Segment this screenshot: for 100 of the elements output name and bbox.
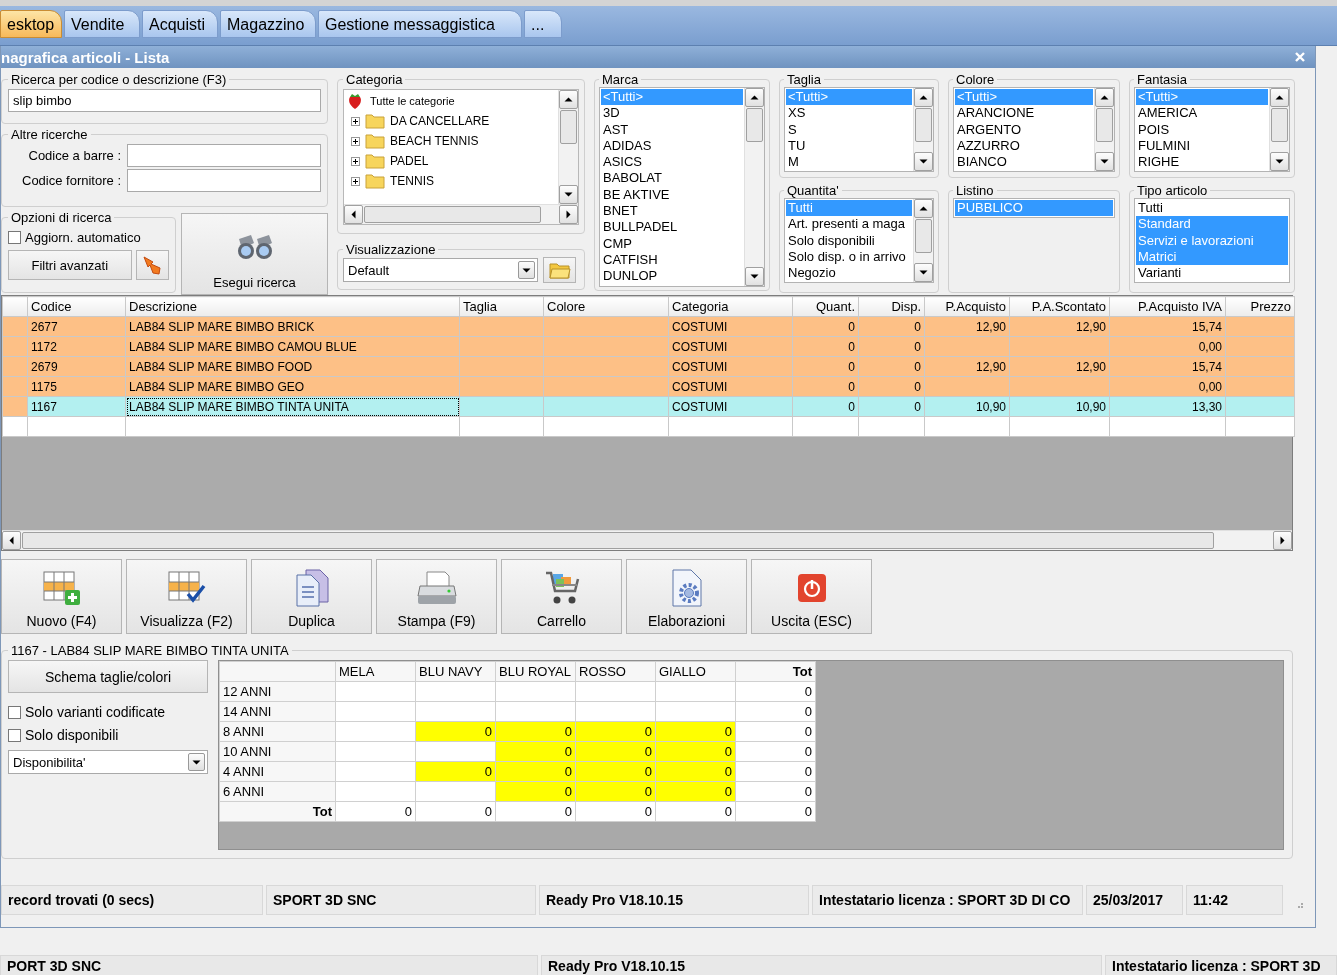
scroll-button[interactable] — [745, 88, 764, 107]
menu-tab[interactable]: ... — [524, 10, 562, 38]
list-item[interactable]: AMERICA — [1136, 105, 1268, 122]
menu-tab[interactable]: Gestione messaggistica — [318, 10, 522, 38]
list-item[interactable]: CATFISH — [601, 251, 743, 269]
column-header[interactable]: P.A.Scontato — [1009, 296, 1110, 317]
expand-icon[interactable] — [351, 156, 360, 166]
menu-tab[interactable]: Acquisti — [142, 10, 218, 38]
grid-cell[interactable] — [415, 741, 496, 762]
scroll-thumb[interactable] — [22, 532, 1214, 549]
list-item[interactable]: ADIDAS — [601, 137, 743, 155]
checkbox[interactable] — [8, 705, 21, 719]
action-button[interactable]: Duplica — [251, 559, 372, 634]
tree-item[interactable]: TENNIS — [390, 174, 434, 188]
scroll-button[interactable] — [1273, 531, 1292, 550]
scrollbar[interactable] — [744, 88, 764, 286]
menu-tab[interactable]: Vendite — [64, 10, 140, 38]
column-header[interactable]: P.Acquisto — [924, 296, 1010, 317]
list-item[interactable]: BE AKTIVE — [601, 186, 743, 204]
list-item[interactable]: S — [786, 121, 912, 138]
list-item[interactable]: AST — [601, 121, 743, 138]
search-field[interactable]: slip bimbo — [8, 89, 321, 112]
grid-cell[interactable] — [655, 681, 736, 702]
search-button[interactable]: Esegui ricerca — [181, 213, 328, 295]
expand-icon[interactable] — [351, 176, 360, 186]
right-arrow-icon[interactable] — [564, 210, 573, 219]
scrollbar[interactable] — [558, 90, 578, 204]
expand-icon[interactable] — [351, 136, 360, 146]
column-header[interactable]: Descrizione — [125, 296, 460, 317]
menu-tab[interactable]: esktop — [0, 10, 62, 38]
folder-button[interactable] — [543, 257, 576, 283]
scroll-thumb[interactable] — [560, 110, 577, 144]
grid-cell[interactable] — [335, 721, 416, 742]
list-item[interactable]: Tutti — [1136, 200, 1288, 217]
action-button[interactable]: Nuovo (F4) — [1, 559, 122, 634]
view-dropdown[interactable]: Default — [343, 258, 538, 282]
table-row[interactable]: 1175 LAB84 SLIP MARE BIMBO GEO COSTUMI 0 0 0,00 — [2, 376, 1295, 397]
up-arrow-icon[interactable] — [1100, 93, 1109, 102]
action-button[interactable]: Elaborazioni — [626, 559, 747, 634]
checkbox[interactable] — [8, 728, 21, 742]
scrollbar[interactable] — [344, 204, 578, 224]
list-item[interactable]: M — [786, 154, 912, 171]
grid-cell[interactable] — [495, 681, 576, 702]
scheme-button[interactable]: Schema taglie/colori — [8, 660, 208, 693]
scroll-button[interactable] — [559, 205, 578, 224]
down-arrow-icon[interactable] — [564, 190, 573, 199]
advanced-filters-button[interactable]: Filtri avanzati — [8, 250, 132, 280]
grid-cell[interactable] — [575, 701, 656, 722]
scroll-thumb[interactable] — [915, 219, 932, 253]
list-item[interactable]: XS — [786, 105, 912, 122]
list-item[interactable]: POIS — [1136, 121, 1268, 138]
grid-cell[interactable] — [575, 681, 656, 702]
table-row[interactable]: 1172 LAB84 SLIP MARE BIMBO CAMOU BLUE COSTUMI 0 0 0,00 — [2, 336, 1295, 357]
column-header[interactable]: P.Acquisto IVA — [1109, 296, 1226, 317]
scroll-button[interactable] — [914, 88, 933, 107]
list-item[interactable]: CMP — [601, 235, 743, 252]
list-item[interactable]: Varianti — [1136, 265, 1288, 282]
up-arrow-icon[interactable] — [564, 95, 573, 104]
scroll-button[interactable] — [745, 266, 764, 286]
grid-cell[interactable] — [415, 701, 496, 722]
grid-cell[interactable] — [335, 761, 416, 782]
tree-item[interactable]: PADEL — [390, 154, 429, 168]
scrollbar[interactable] — [1269, 88, 1289, 172]
grid-cell[interactable] — [335, 781, 416, 802]
list-item[interactable]: Solo disponibili — [786, 232, 912, 249]
up-arrow-icon[interactable] — [1275, 93, 1284, 102]
checkbox[interactable] — [8, 230, 21, 244]
grid-cell[interactable] — [495, 701, 576, 722]
scroll-button[interactable] — [2, 531, 21, 550]
scroll-button[interactable] — [559, 90, 578, 109]
column-header[interactable]: Quant. — [792, 296, 859, 317]
scroll-button[interactable] — [1095, 88, 1114, 107]
column-header[interactable]: Prezzo — [1225, 296, 1295, 317]
scroll-thumb[interactable] — [364, 206, 541, 223]
scroll-button[interactable] — [1270, 88, 1289, 107]
action-button[interactable]: Stampa (F9) — [376, 559, 497, 634]
grid-cell[interactable] — [335, 681, 416, 702]
table-row[interactable]: 2679 LAB84 SLIP MARE BIMBO FOOD COSTUMI 0 0 12,90 12,90 15,74 — [2, 356, 1295, 377]
expand-icon[interactable] — [351, 116, 360, 126]
scroll-thumb[interactable] — [1271, 108, 1288, 142]
scroll-thumb[interactable] — [1096, 108, 1113, 142]
grid-cell[interactable] — [335, 741, 416, 762]
scrollbar[interactable] — [913, 88, 933, 172]
column-header[interactable]: Categoria — [668, 296, 793, 317]
scroll-button[interactable] — [559, 185, 578, 204]
list-item[interactable]: ASICS — [601, 154, 743, 171]
tree-item[interactable]: Tutte le categorie — [370, 95, 455, 107]
list-item[interactable]: DUNLOP — [601, 268, 743, 285]
input-field[interactable] — [127, 169, 321, 192]
tree-item[interactable]: DA CANCELLARE — [390, 114, 490, 128]
scrollbar[interactable] — [1094, 88, 1114, 172]
list-item[interactable]: 3D — [601, 105, 743, 122]
input-field[interactable] — [127, 144, 321, 167]
grid-cell[interactable] — [415, 681, 496, 702]
up-arrow-icon[interactable] — [919, 204, 928, 213]
table-row[interactable]: 1167 LAB84 SLIP MARE BIMBO TINTA UNITA COSTUMI 0 0 10,90 10,90 13,30 — [2, 396, 1295, 417]
action-button[interactable]: Carrello — [501, 559, 622, 634]
list-item[interactable]: Art. presenti a maga — [786, 216, 912, 233]
arrow-button[interactable] — [135, 250, 169, 280]
menu-tab[interactable]: Magazzino — [220, 10, 316, 38]
